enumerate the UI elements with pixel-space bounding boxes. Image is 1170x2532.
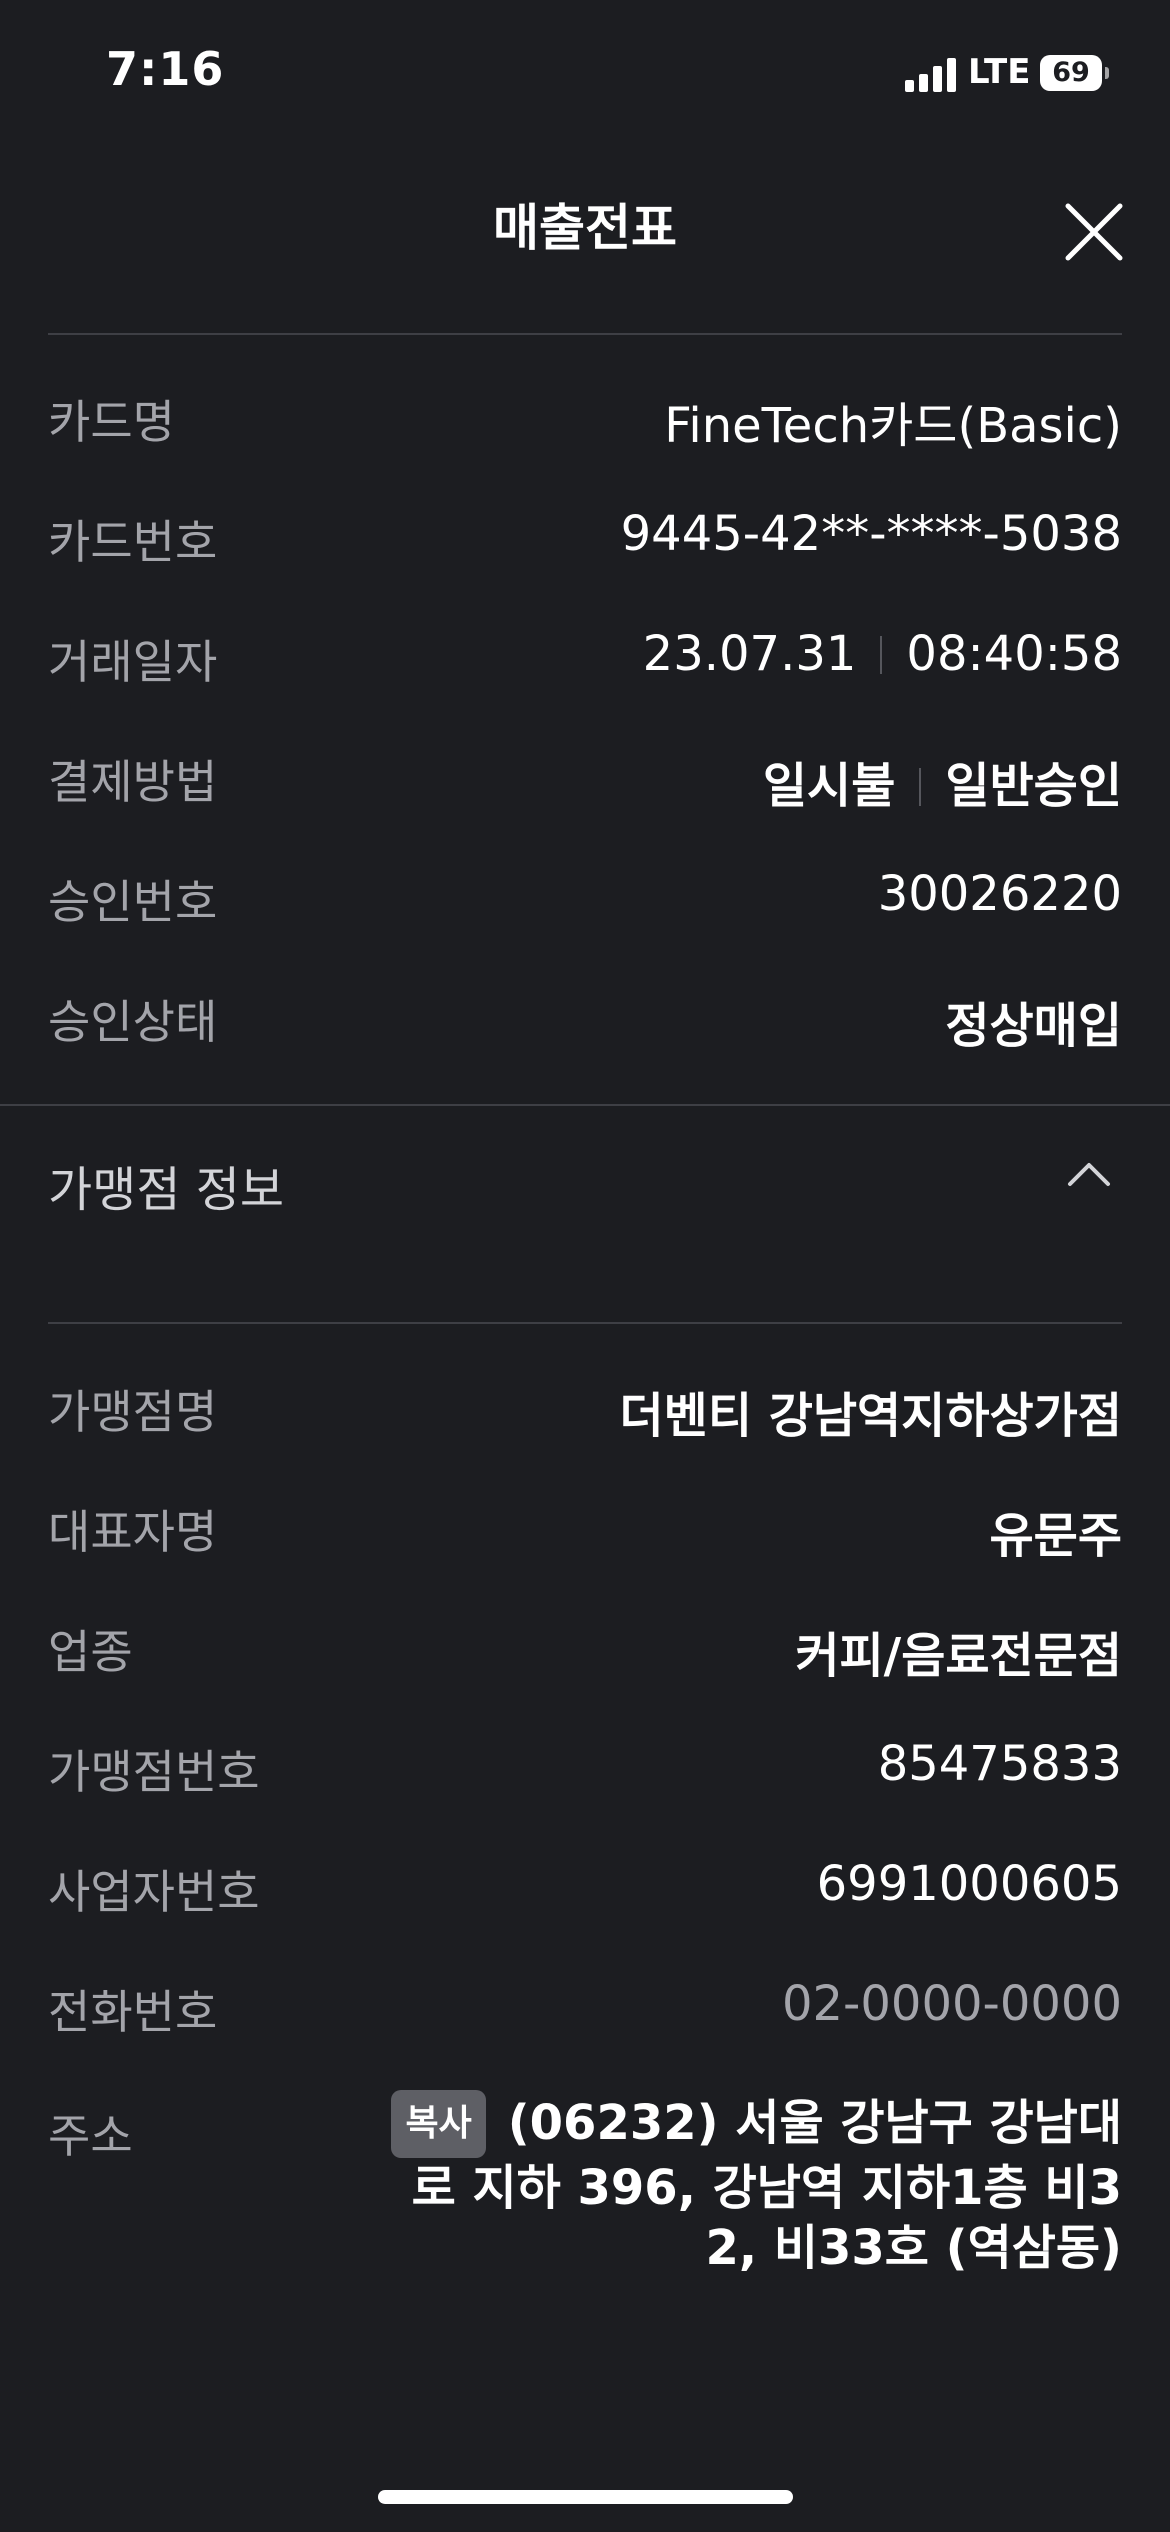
close-button[interactable] (1050, 190, 1140, 280)
approval-type: 일반승인 (945, 758, 1122, 814)
row-label: 카드번호 (48, 515, 218, 569)
approval-status-value: 정상매입 (945, 998, 1122, 1054)
row-label: 업종 (48, 1625, 133, 1679)
merchant-info-toggle[interactable]: 가맹점 정보 (48, 1150, 1122, 1250)
row-transaction-date: 거래일자 23.07.31 08:40:58 (48, 616, 1122, 696)
chevron-up-icon (1068, 1163, 1110, 1186)
row-business-number: 사업자번호 6991000605 (48, 1846, 1122, 1926)
row-label: 거래일자 (48, 635, 218, 689)
row-label: 승인번호 (48, 875, 218, 929)
row-label: 주소 (48, 2109, 133, 2163)
section-title: 가맹점 정보 (48, 1162, 285, 1218)
address-text: (06232) 서울 강남구 강남대로 지하 396, 강남역 지하1층 비32… (411, 2095, 1122, 2276)
merchant-divider (48, 1322, 1122, 1324)
row-business-type: 업종 커피/음료전문점 (48, 1606, 1122, 1686)
status-bar: 7:16 LTE 69 (0, 0, 1170, 140)
transaction-datetime: 23.07.31 08:40:58 (643, 626, 1122, 682)
row-payment-method: 결제방법 일시불 일반승인 (48, 736, 1122, 816)
phone-number-link[interactable]: 02-0000-0000 (782, 1976, 1122, 2032)
merchant-name-value: 더벤티 강남역지하상가점 (619, 1388, 1122, 1444)
status-time: 7:16 (106, 42, 225, 96)
header: 매출전표 (0, 160, 1170, 280)
installment-type: 일시불 (762, 758, 896, 814)
row-merchant-name: 가맹점명 더벤티 강남역지하상가점 (48, 1366, 1122, 1446)
payment-method: 일시불 일반승인 (763, 746, 1122, 816)
section-divider (0, 1104, 1170, 1106)
business-number-value: 6991000605 (816, 1856, 1122, 1912)
row-card-number: 카드번호 9445-42**-****-5038 (48, 496, 1122, 576)
row-label: 승인상태 (48, 995, 218, 1049)
card-name-value: FineTech카드(Basic) (664, 398, 1122, 454)
row-representative: 대표자명 유문주 (48, 1486, 1122, 1566)
business-type-value: 커피/음료전문점 (795, 1628, 1122, 1684)
row-label: 대표자명 (48, 1505, 218, 1559)
signal-icon (905, 58, 957, 92)
row-label: 카드명 (48, 395, 175, 449)
battery-icon: 69 (1040, 55, 1109, 91)
row-approval-status: 승인상태 정상매입 (48, 976, 1122, 1056)
row-merchant-number: 가맹점번호 85475833 (48, 1726, 1122, 1806)
card-number-value: 9445-42**-****-5038 (620, 506, 1122, 562)
page-title: 매출전표 (493, 199, 677, 257)
row-label: 사업자번호 (48, 1865, 260, 1919)
separator (919, 768, 922, 806)
close-icon (1065, 203, 1123, 261)
approval-number-value: 30026220 (877, 866, 1122, 922)
merchant-number-value: 85475833 (877, 1736, 1122, 1792)
transaction-date: 23.07.31 (642, 626, 857, 682)
transaction-time: 08:40:58 (906, 626, 1122, 682)
row-label: 전화번호 (48, 1985, 218, 2039)
copy-address-button[interactable]: 복사 (391, 2090, 486, 2158)
row-card-name: 카드명 FineTech카드(Basic) (48, 376, 1122, 456)
row-label: 가맹점명 (48, 1385, 218, 1439)
row-address: 주소 복사 (06232) 서울 강남구 강남대로 지하 396, 강남역 지하1… (48, 2090, 1122, 2320)
header-divider (48, 333, 1122, 335)
network-label: LTE (968, 52, 1031, 92)
representative-value: 유문주 (989, 1508, 1122, 1564)
address-value: 복사 (06232) 서울 강남구 강남대로 지하 396, 강남역 지하1층 비… (362, 2090, 1122, 2278)
row-label: 결제방법 (48, 755, 218, 809)
row-label: 가맹점번호 (48, 1745, 260, 1799)
row-approval-number: 승인번호 30026220 (48, 856, 1122, 936)
row-phone-number: 전화번호 02-0000-0000 (48, 1966, 1122, 2046)
home-indicator[interactable] (378, 2490, 793, 2504)
separator (880, 636, 883, 674)
